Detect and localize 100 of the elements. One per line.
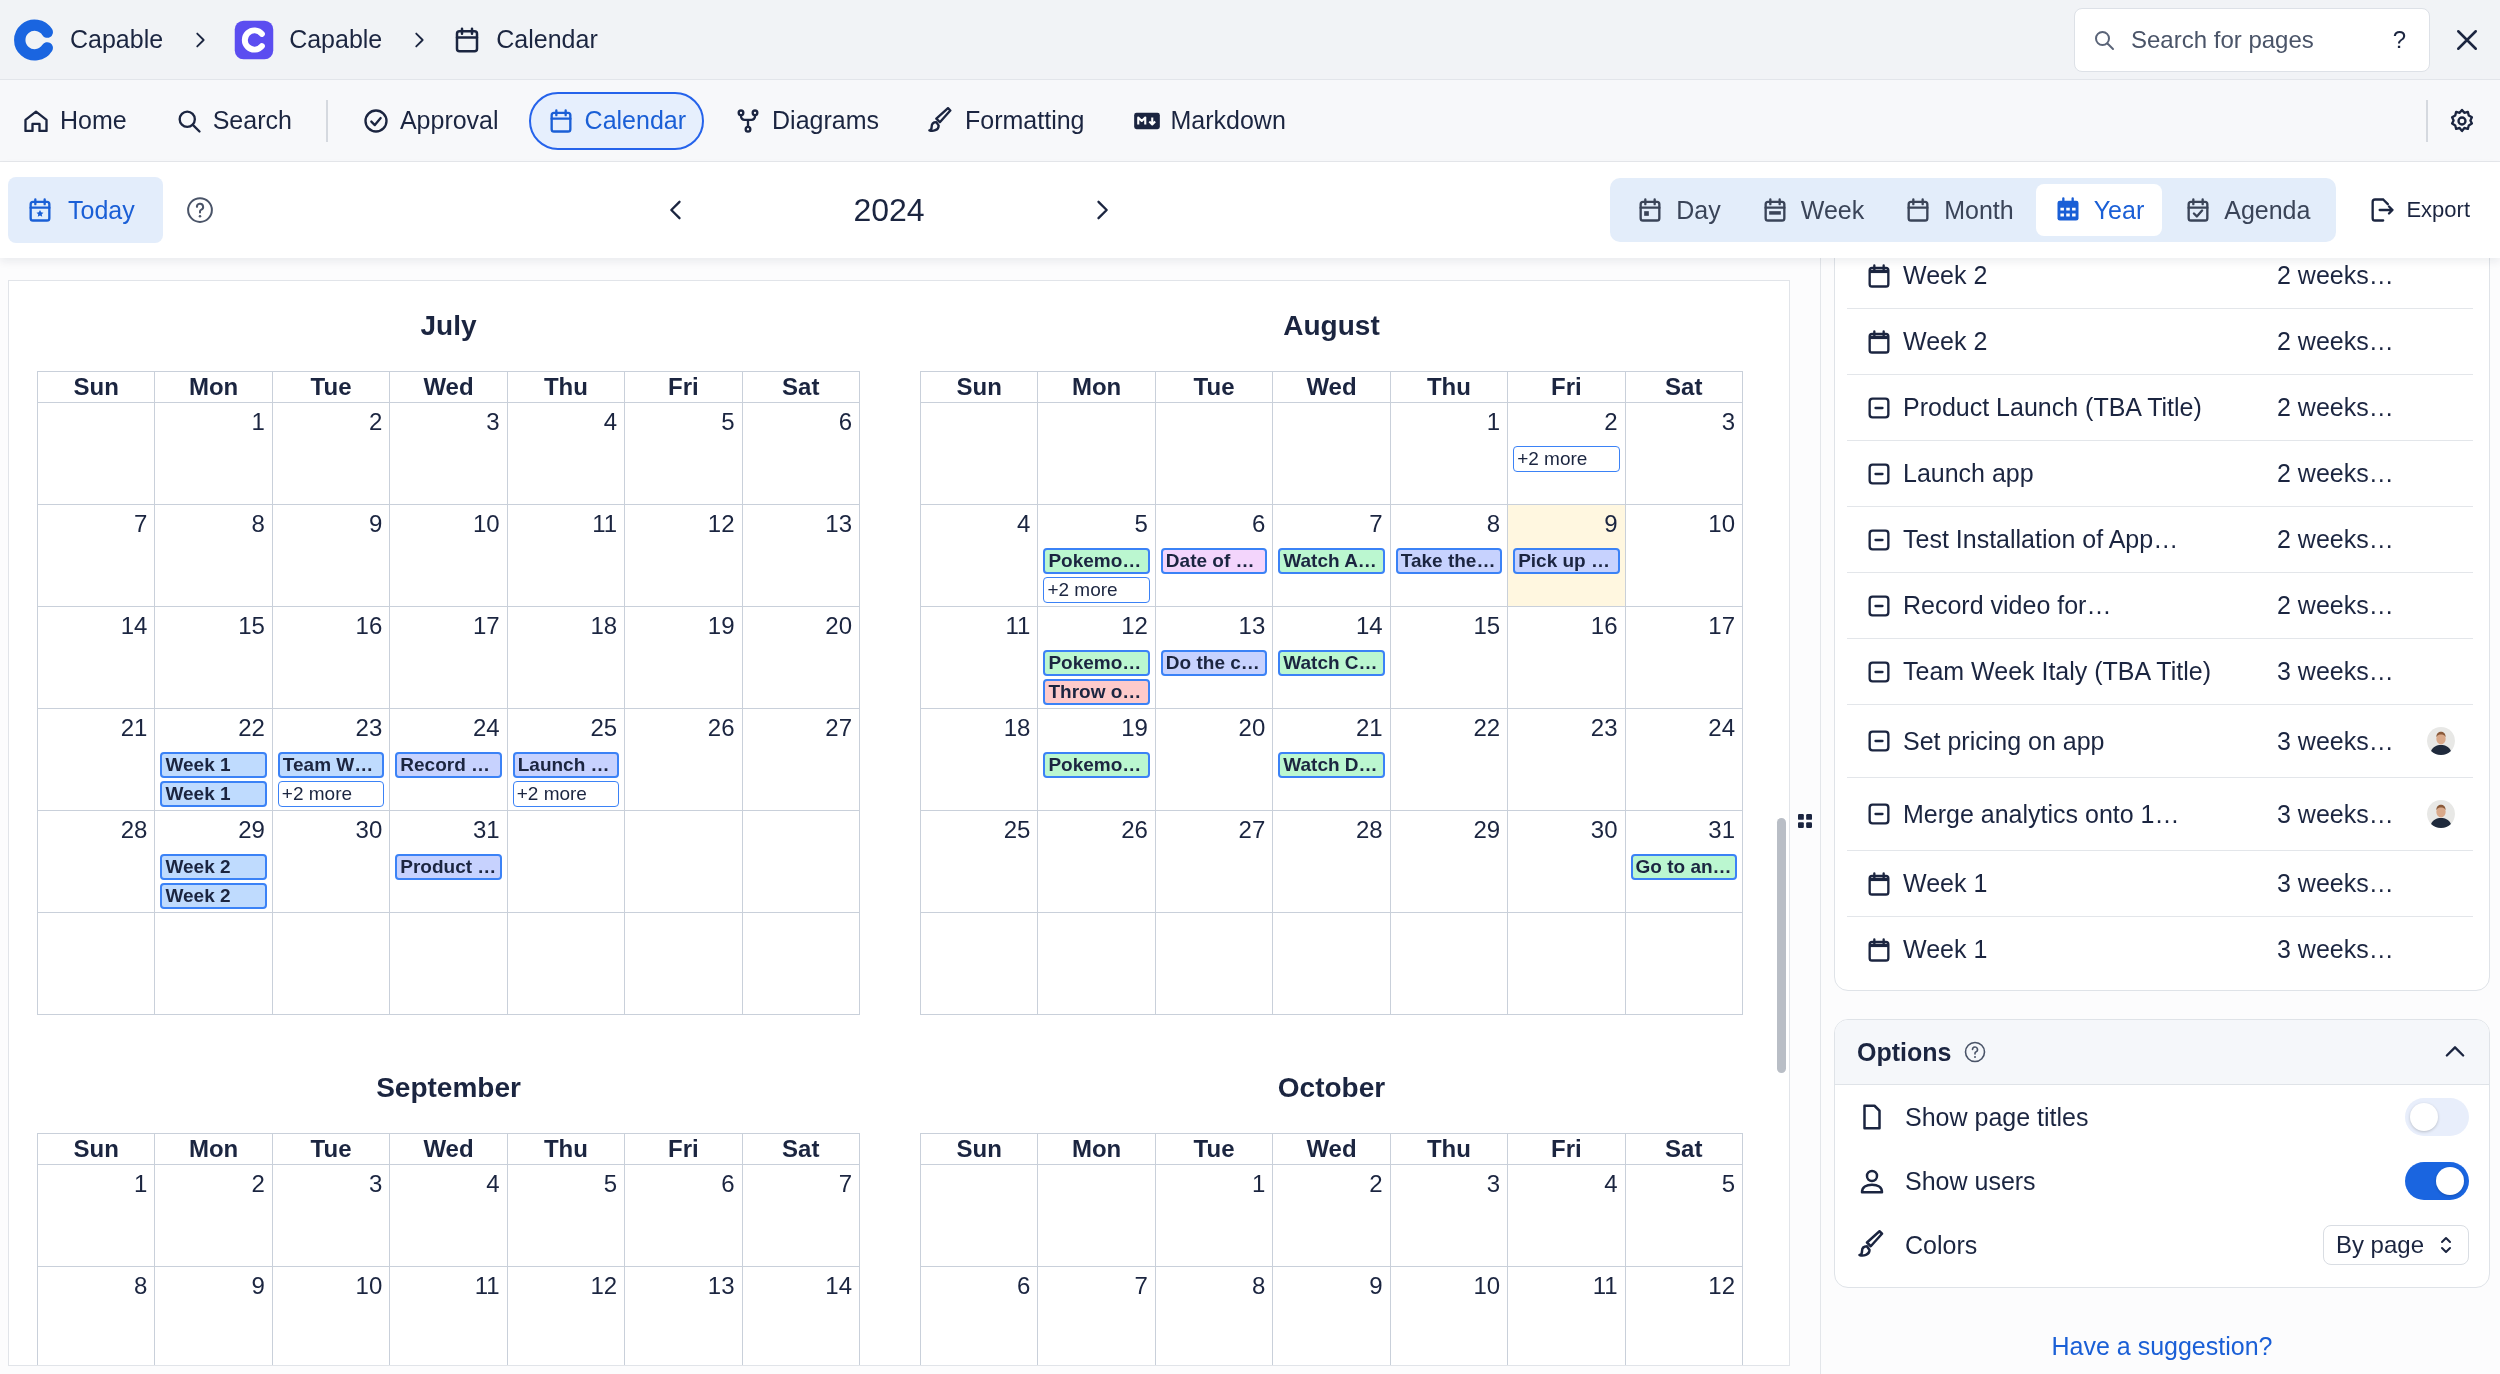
day-cell[interactable]: 13 [742, 505, 860, 607]
toggle-switch[interactable] [2405, 1098, 2469, 1136]
day-cell[interactable] [1390, 913, 1509, 1015]
day-cell[interactable]: 8 [155, 505, 273, 607]
event-chip[interactable]: Date of … [1160, 548, 1268, 574]
list-row[interactable]: Week 1 3 weeks… [1847, 851, 2473, 917]
day-cell[interactable]: 12 Pokemo… Throw o… [1038, 607, 1156, 709]
more-events-button[interactable]: +2 more [1513, 446, 1620, 472]
day-cell[interactable]: 8 Take the… [1390, 505, 1509, 607]
list-row[interactable]: Week 2 2 weeks… [1847, 258, 2473, 309]
breadcrumb-link[interactable]: Capable [70, 25, 164, 54]
day-cell[interactable]: 11 [507, 505, 626, 607]
day-cell[interactable] [38, 403, 156, 505]
toggle-switch[interactable] [2405, 1162, 2469, 1200]
day-cell[interactable] [625, 913, 743, 1015]
toolbar-tab[interactable]: Formatting [909, 91, 1103, 150]
day-cell[interactable]: 2 [1273, 1165, 1391, 1267]
list-row[interactable]: Test Installation of App… 2 weeks… [1847, 507, 2473, 573]
day-cell[interactable] [1273, 403, 1391, 505]
list-row[interactable]: Merge analytics onto 1… 3 weeks… [1847, 778, 2473, 851]
day-cell[interactable]: 16 [272, 607, 391, 709]
toolbar-tab[interactable]: Calendar [528, 91, 705, 150]
day-cell[interactable]: 19 [625, 607, 743, 709]
day-cell[interactable] [1508, 913, 1626, 1015]
day-cell[interactable]: 23 Team W… +2 more [272, 709, 391, 811]
day-cell[interactable]: 25 Launch … +2 more [507, 709, 626, 811]
event-chip[interactable]: Week 1 [160, 781, 267, 807]
day-cell[interactable] [38, 913, 156, 1015]
event-title-link[interactable]: Launch app [1903, 459, 2277, 488]
event-chip[interactable]: Go to an… [1630, 854, 1737, 880]
options-header[interactable]: Options [1835, 1020, 2489, 1085]
day-cell[interactable]: 4 [921, 505, 1039, 607]
day-cell[interactable]: 21 [38, 709, 156, 811]
event-chip[interactable]: Watch A… [1278, 548, 1385, 574]
day-cell[interactable] [1155, 913, 1274, 1015]
day-cell[interactable] [390, 913, 508, 1015]
day-cell[interactable]: 4 [507, 403, 626, 505]
day-cell[interactable] [742, 811, 860, 913]
day-cell[interactable]: 7 [38, 505, 156, 607]
more-events-button[interactable]: +2 more [512, 781, 620, 807]
day-cell[interactable]: 27 [742, 709, 860, 811]
day-cell[interactable]: 12 [625, 505, 743, 607]
day-cell[interactable] [1038, 1165, 1156, 1267]
view-tab[interactable]: Week [1742, 184, 1883, 236]
day-cell[interactable]: 6 [742, 403, 860, 505]
day-cell[interactable]: 13 Do the c… [1155, 607, 1274, 709]
event-title-link[interactable]: Record video for… [1903, 591, 2277, 620]
day-cell[interactable]: 4 [1508, 1165, 1626, 1267]
event-chip[interactable]: Pokemo… [1043, 752, 1150, 778]
day-cell[interactable]: 20 [1155, 709, 1274, 811]
day-cell[interactable]: 28 [1273, 811, 1391, 913]
day-cell[interactable]: 2 +2 more [1508, 403, 1626, 505]
list-row[interactable]: Team Week Italy (TBA Title) 3 weeks… [1847, 639, 2473, 705]
event-title-link[interactable]: Merge analytics onto 1… [1903, 799, 2277, 829]
day-cell[interactable] [272, 913, 391, 1015]
day-cell[interactable]: 9 Pick up … [1508, 505, 1626, 607]
day-cell[interactable]: 10 [390, 505, 508, 607]
day-cell[interactable]: 30 [272, 811, 391, 913]
view-tab[interactable]: Day [1618, 184, 1739, 236]
day-cell[interactable]: 2 [272, 403, 391, 505]
day-cell[interactable]: 14 Watch C… [1273, 607, 1391, 709]
day-cell[interactable]: 25 [921, 811, 1039, 913]
day-cell[interactable]: 31 Go to an… [1625, 811, 1743, 913]
day-cell[interactable] [155, 913, 273, 1015]
day-cell[interactable]: 30 [1508, 811, 1626, 913]
suggestion-link[interactable]: Have a suggestion? [2051, 1332, 2273, 1360]
day-cell[interactable]: 11 [921, 607, 1039, 709]
breadcrumb-link[interactable]: Capable [289, 25, 383, 54]
help-icon[interactable] [1963, 1040, 1988, 1064]
day-cell[interactable]: 22 Week 1 Week 1 [155, 709, 273, 811]
day-cell[interactable]: 23 [1508, 709, 1626, 811]
event-title-link[interactable]: Week 2 [1903, 327, 2277, 356]
day-cell[interactable] [507, 811, 626, 913]
export-button[interactable]: Export [2362, 195, 2476, 225]
day-cell[interactable] [1625, 913, 1743, 1015]
day-cell[interactable] [921, 913, 1039, 1015]
day-cell[interactable]: 24 [1625, 709, 1743, 811]
toolbar-tab[interactable]: Approval [343, 91, 517, 150]
day-cell[interactable]: 29 Week 2 Week 2 [155, 811, 273, 913]
today-button[interactable]: Today [8, 177, 163, 243]
colors-select[interactable]: By page [2322, 1225, 2469, 1265]
day-cell[interactable]: 9 [272, 505, 391, 607]
day-cell[interactable] [507, 913, 626, 1015]
day-cell[interactable]: 5 [625, 403, 743, 505]
day-cell[interactable]: 17 [390, 607, 508, 709]
event-chip[interactable]: Pokemo… [1043, 650, 1150, 676]
day-cell[interactable]: 29 [1390, 811, 1509, 913]
day-cell[interactable]: 1 [1390, 403, 1509, 505]
event-chip[interactable]: Week 1 [160, 752, 267, 778]
day-cell[interactable] [1273, 913, 1391, 1015]
day-cell[interactable]: 6 [625, 1165, 743, 1267]
day-cell[interactable]: 24 Record … [390, 709, 508, 811]
day-cell[interactable]: 26 [625, 709, 743, 811]
day-cell[interactable]: 18 [921, 709, 1039, 811]
day-cell[interactable]: 3 [1390, 1165, 1509, 1267]
day-cell[interactable]: 27 [1155, 811, 1274, 913]
list-row[interactable]: Week 1 3 weeks… [1847, 917, 2473, 982]
day-cell[interactable]: 3 [272, 1165, 391, 1267]
day-cell[interactable]: 1 [1155, 1165, 1274, 1267]
view-tab[interactable]: Agenda [2166, 184, 2329, 236]
